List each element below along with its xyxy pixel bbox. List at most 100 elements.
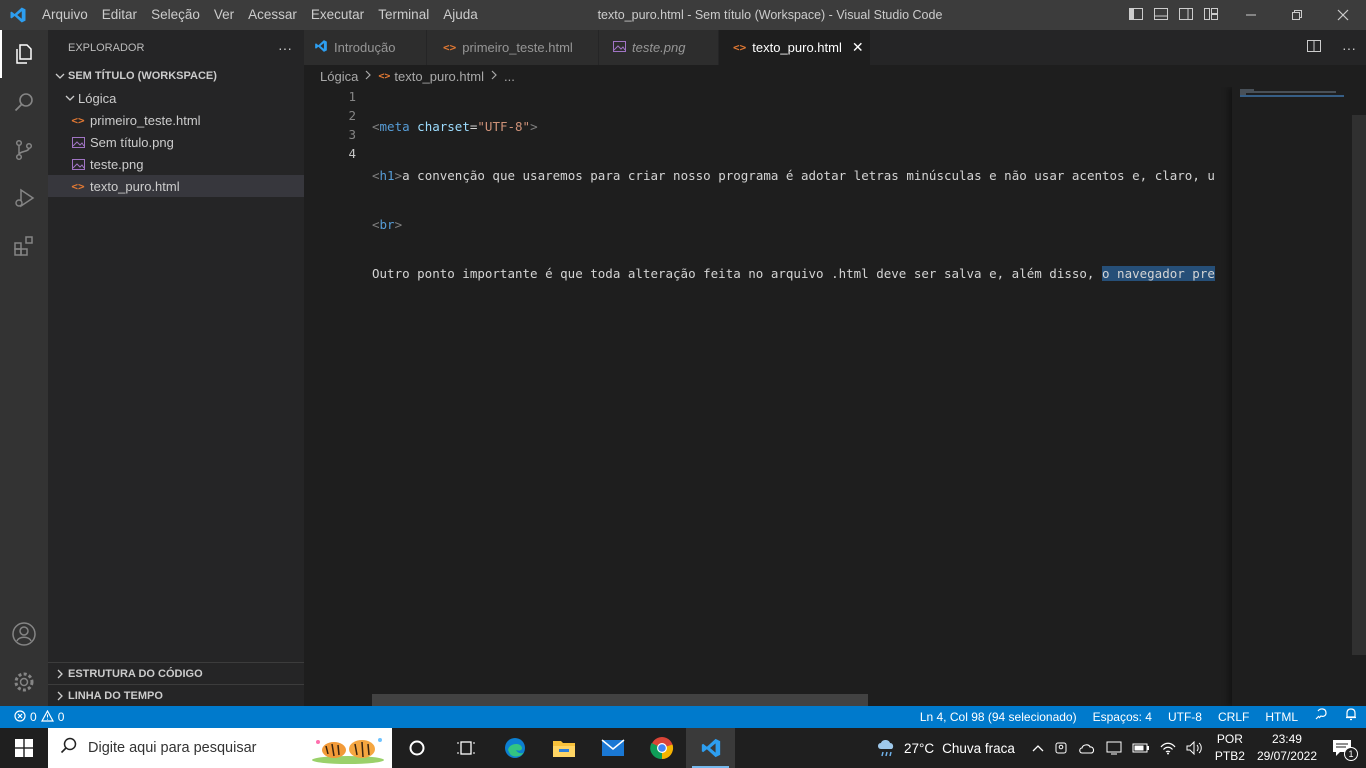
file-item-sem-titulo-png[interactable]: Sem título.png xyxy=(48,131,304,153)
tab-introducao[interactable]: Introdução xyxy=(304,30,427,65)
close-tab-icon[interactable]: ✕ xyxy=(852,39,864,56)
more-actions-icon[interactable]: ··· xyxy=(1342,40,1356,56)
file-explorer-icon[interactable] xyxy=(539,728,588,768)
explorer-sidebar: EXPLORADOR ··· SEM TÍTULO (WORKSPACE) Ló… xyxy=(48,30,304,706)
workspace-section[interactable]: SEM TÍTULO (WORKSPACE) xyxy=(48,65,304,87)
customize-layout-icon[interactable] xyxy=(1203,6,1219,25)
menu-executar[interactable]: Executar xyxy=(304,0,371,30)
chevron-down-icon xyxy=(52,71,68,81)
timeline-section[interactable]: LINHA DO TEMPO xyxy=(48,684,304,706)
html-file-icon: <> xyxy=(71,113,85,127)
file-item-texto-puro[interactable]: <> texto_puro.html xyxy=(48,175,304,197)
toggle-sidebar-icon[interactable] xyxy=(1128,6,1144,25)
line-numbers: 1 2 3 4 xyxy=(304,87,356,163)
html-icon: <> xyxy=(378,70,391,82)
battery-plug-icon[interactable] xyxy=(1132,742,1150,754)
cortana-icon[interactable] xyxy=(392,728,441,768)
folder-logica[interactable]: Lógica xyxy=(48,87,304,109)
menu-ajuda[interactable]: Ajuda xyxy=(436,0,485,30)
indentation[interactable]: Espaços: 4 xyxy=(1085,706,1160,728)
breadcrumb-file[interactable]: texto_puro.html xyxy=(394,69,484,84)
taskbar-clock[interactable]: 23:49 29/07/2022 xyxy=(1257,731,1317,765)
code-line-1[interactable]: <meta charset="UTF-8"> xyxy=(372,117,1232,136)
taskbar-search-input[interactable]: Digite aqui para pesquisar xyxy=(48,728,392,768)
outline-title: ESTRUTURA DO CÓDIGO xyxy=(68,667,203,680)
source-control-icon[interactable] xyxy=(0,126,48,174)
weather-temp[interactable]: 27°C xyxy=(904,741,934,756)
file-item-primeiro-teste[interactable]: <> primeiro_teste.html xyxy=(48,109,304,131)
problems-indicator[interactable]: 0 0 xyxy=(0,709,64,725)
volume-icon[interactable] xyxy=(1186,741,1204,755)
menu-terminal[interactable]: Terminal xyxy=(371,0,436,30)
code-line-2[interactable]: <h1>a convenção que usaremos para criar … xyxy=(372,166,1232,185)
display-icon[interactable] xyxy=(1106,741,1122,755)
toggle-panel-icon[interactable] xyxy=(1153,6,1169,25)
cursor-position[interactable]: Ln 4, Col 98 (94 selecionado) xyxy=(912,706,1085,728)
feedback-icon[interactable] xyxy=(1306,706,1336,728)
menu-editar[interactable]: Editar xyxy=(95,0,144,30)
encoding[interactable]: UTF-8 xyxy=(1160,706,1210,728)
outline-section[interactable]: ESTRUTURA DO CÓDIGO xyxy=(48,662,304,684)
end-of-line[interactable]: CRLF xyxy=(1210,706,1257,728)
restore-button[interactable] xyxy=(1274,0,1320,30)
menu-acessar[interactable]: Acessar xyxy=(241,0,304,30)
meet-now-icon[interactable] xyxy=(1054,741,1068,755)
minimize-button[interactable] xyxy=(1228,0,1274,30)
settings-gear-icon[interactable] xyxy=(0,658,48,706)
status-right: Ln 4, Col 98 (94 selecionado) Espaços: 4… xyxy=(912,706,1366,728)
horizontal-scrollbar[interactable] xyxy=(372,694,868,706)
extensions-icon[interactable] xyxy=(0,222,48,270)
menu-arquivo[interactable]: Arquivo xyxy=(35,0,95,30)
menu-ver[interactable]: Ver xyxy=(207,0,241,30)
tab-label: teste.png xyxy=(632,40,686,55)
breadcrumb-folder[interactable]: Lógica xyxy=(320,69,358,84)
mail-icon[interactable] xyxy=(588,728,637,768)
weather-desc[interactable]: Chuva fraca xyxy=(942,741,1015,756)
html-icon: <> xyxy=(733,41,747,54)
explorer-icon[interactable] xyxy=(0,30,48,78)
run-debug-icon[interactable] xyxy=(0,174,48,222)
sidebar-header: EXPLORADOR ··· xyxy=(48,30,304,65)
language-mode[interactable]: HTML xyxy=(1257,706,1306,728)
tab-texto-puro[interactable]: <> texto_puro.html ✕ xyxy=(719,30,871,65)
file-item-teste-png[interactable]: teste.png xyxy=(48,153,304,175)
image-file-icon xyxy=(70,136,86,148)
edge-icon[interactable] xyxy=(490,728,539,768)
token-text: a convenção que usaremos para criar noss… xyxy=(402,168,1215,183)
minimap[interactable] xyxy=(1232,87,1352,706)
scrollbar-thumb[interactable] xyxy=(1352,115,1366,655)
file-label: Sem título.png xyxy=(90,134,174,150)
tab-teste-png[interactable]: teste.png xyxy=(599,30,719,65)
account-icon[interactable] xyxy=(0,610,48,658)
chevron-up-icon[interactable] xyxy=(1032,744,1044,752)
chrome-icon[interactable] xyxy=(637,728,686,768)
notifications-bell-icon[interactable] xyxy=(1336,706,1366,728)
more-actions-icon[interactable]: ··· xyxy=(278,40,292,56)
toggle-secondary-sidebar-icon[interactable] xyxy=(1178,6,1194,25)
code-lines[interactable]: <meta charset="UTF-8"> <h1>a convenção q… xyxy=(372,87,1232,313)
windows-taskbar: Digite aqui para pesquisar 27°C Chuva fr… xyxy=(0,728,1366,768)
weather-rain-icon xyxy=(875,737,899,759)
code-line-4[interactable]: Outro ponto importante é que toda altera… xyxy=(372,264,1232,283)
token-bracket: < xyxy=(372,119,380,134)
wifi-icon[interactable] xyxy=(1160,741,1176,755)
vscode-icon[interactable] xyxy=(686,728,735,768)
close-window-button[interactable] xyxy=(1320,0,1366,30)
token-bracket: > xyxy=(394,168,403,183)
menu-bar: Arquivo Editar Seleção Ver Acessar Execu… xyxy=(35,0,485,30)
search-icon[interactable] xyxy=(0,78,48,126)
split-editor-icon[interactable] xyxy=(1306,38,1322,57)
windows-start-icon[interactable] xyxy=(0,728,48,768)
line-number: 4 xyxy=(348,146,356,161)
code-line-3[interactable]: <br> xyxy=(372,215,1232,234)
error-icon xyxy=(14,709,26,725)
input-language[interactable]: POR PTB2 xyxy=(1215,731,1245,765)
tab-primeiro-teste[interactable]: <> primeiro_teste.html xyxy=(427,30,599,65)
onedrive-cloud-icon[interactable] xyxy=(1078,742,1096,754)
action-center-icon[interactable]: 1 xyxy=(1332,739,1358,761)
vertical-scrollbar[interactable] xyxy=(1352,87,1366,706)
task-view-icon[interactable] xyxy=(441,728,490,768)
menu-selecao[interactable]: Seleção xyxy=(144,0,207,30)
code-editor[interactable]: 1 2 3 4 <meta charset="UTF-8"> <h1>a con… xyxy=(304,87,1366,706)
breadcrumb-more[interactable]: ... xyxy=(504,69,515,84)
